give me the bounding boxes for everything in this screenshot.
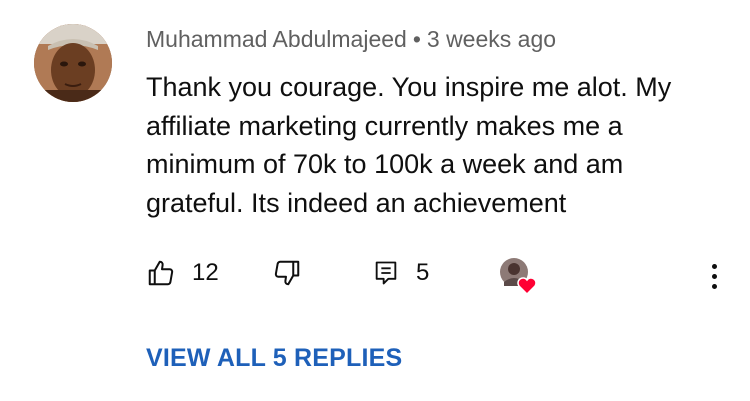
comment-line: Thank you courage. You inspire me alot. … <box>146 72 672 102</box>
reply-count: 5 <box>416 259 430 286</box>
comment-meta: Muhammad Abdulmajeed • 3 weeks ago <box>146 26 556 53</box>
creator-heart-badge <box>497 256 539 296</box>
reply-button[interactable]: 5 <box>372 254 429 292</box>
comment-line: minimum of 70k to 100k a week and am <box>146 149 624 179</box>
meta-separator: • <box>412 26 421 52</box>
more-vertical-icon <box>711 283 717 289</box>
more-options-button[interactable] <box>700 258 728 294</box>
view-all-replies-link[interactable]: VIEW ALL 5 REPLIES <box>146 344 402 373</box>
author-avatar[interactable] <box>34 24 112 102</box>
comment-line: grateful. Its indeed an achievement <box>146 187 567 218</box>
comment-text: Thank you courage. You inspire me alot. … <box>146 68 721 222</box>
reply-comment-icon <box>375 261 397 285</box>
comment-line: affiliate marketing currently makes me a <box>146 110 623 141</box>
thumbs-down-icon <box>274 260 300 286</box>
creator-heart-icon <box>500 258 537 296</box>
dislike-button[interactable] <box>272 254 302 292</box>
comment-timestamp[interactable]: 3 weeks ago <box>427 26 556 52</box>
more-vertical-icon <box>711 263 717 269</box>
thumbs-up-icon <box>148 260 174 286</box>
like-button[interactable]: 12 <box>146 254 219 292</box>
like-count: 12 <box>192 259 219 286</box>
author-name[interactable]: Muhammad Abdulmajeed <box>146 26 407 52</box>
more-vertical-icon <box>711 273 717 279</box>
